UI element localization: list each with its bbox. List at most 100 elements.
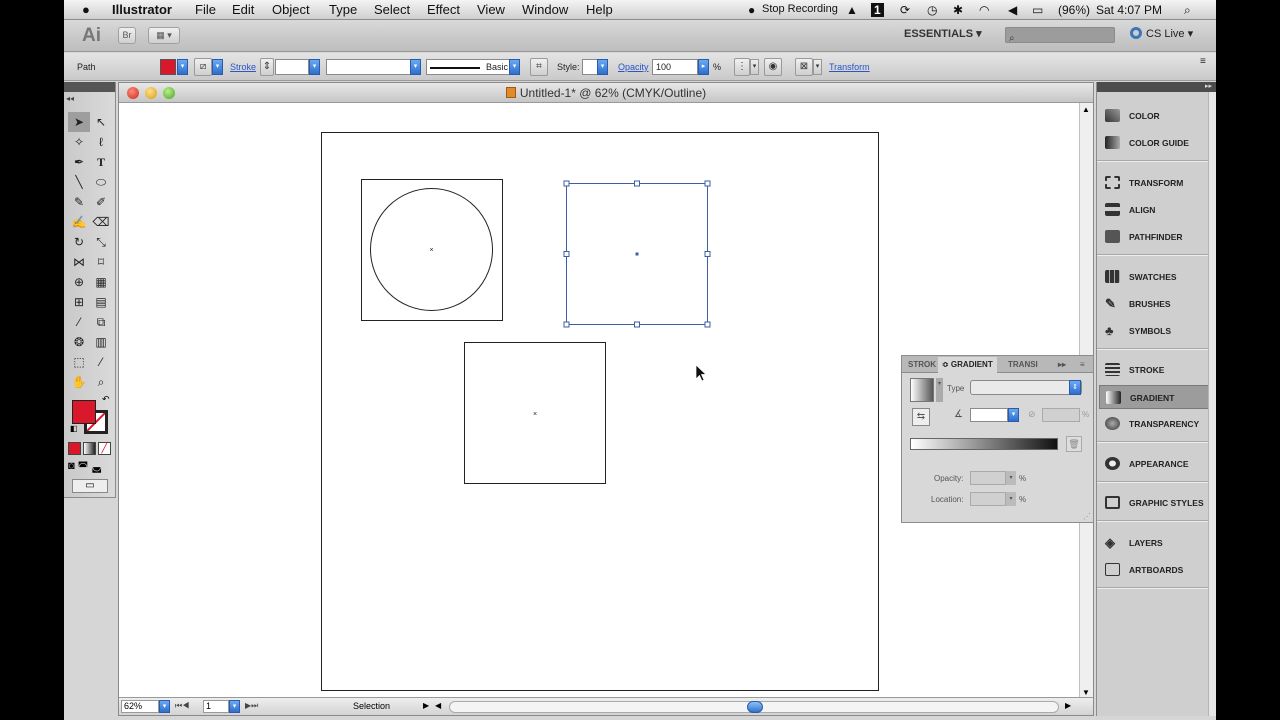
stroke-weight-input[interactable] bbox=[275, 59, 309, 75]
pen-tool-icon[interactable]: ✒ bbox=[68, 152, 90, 172]
eyedropper-tool-icon[interactable]: ⁄ bbox=[68, 312, 90, 332]
tab-gradient[interactable]: ≎ GRADIENT bbox=[938, 357, 997, 373]
fill-color-swatch[interactable] bbox=[160, 59, 176, 75]
panel-menu-icon[interactable]: ≡ bbox=[1080, 360, 1085, 369]
tab-stroke[interactable]: STROK bbox=[908, 360, 936, 369]
swap-fill-stroke-icon[interactable]: ↶ bbox=[102, 394, 110, 405]
panel-collapse-icon[interactable]: ▸▸ bbox=[1058, 360, 1066, 369]
transform-icon[interactable]: ⊠ bbox=[795, 58, 813, 76]
perspective-grid-tool-icon[interactable]: ▦ bbox=[90, 272, 112, 292]
dock-item-transform[interactable]: TRANSFORM bbox=[1099, 171, 1215, 195]
dock-item-brushes[interactable]: ✎ BRUSHES bbox=[1099, 292, 1215, 316]
align-dropdown[interactable]: ▾ bbox=[750, 59, 759, 75]
gradient-tool-icon[interactable]: ▤ bbox=[90, 292, 112, 312]
recolor-icon[interactable]: ⌗ bbox=[530, 58, 548, 76]
control-menu-icon[interactable]: ≡ bbox=[1200, 56, 1206, 67]
pencil-tool-icon[interactable]: ✐ bbox=[90, 192, 112, 212]
menu-edit[interactable]: Edit bbox=[232, 2, 254, 17]
arrange-documents-button[interactable]: ▦ ▾ bbox=[148, 27, 180, 44]
gradient-presets-dropdown[interactable]: ▾ bbox=[936, 378, 943, 402]
type-tool-icon[interactable]: T bbox=[90, 152, 112, 172]
scroll-down-icon[interactable]: ▼ bbox=[1082, 688, 1090, 697]
app-menu[interactable]: Illustrator bbox=[112, 2, 172, 17]
tools-panel-grip[interactable] bbox=[64, 82, 115, 92]
bridge-button[interactable]: Br bbox=[118, 27, 136, 44]
draw-inside-icon[interactable]: ◛ bbox=[91, 460, 102, 473]
cs-live-button[interactable]: CS Live ▾ bbox=[1130, 27, 1193, 40]
variable-width-dropdown[interactable]: ▾ bbox=[410, 59, 421, 75]
eraser-tool-icon[interactable]: ⌫ bbox=[90, 212, 112, 232]
stroke-swatch-dropdown[interactable]: ▾ bbox=[212, 59, 223, 75]
dock-item-layers[interactable]: ◈ LAYERS bbox=[1099, 531, 1215, 555]
menu-help[interactable]: Help bbox=[586, 2, 613, 17]
zoom-tool-icon[interactable]: ⌕ bbox=[90, 372, 112, 392]
transform-link[interactable]: Transform bbox=[829, 62, 870, 72]
menu-select[interactable]: Select bbox=[374, 2, 410, 17]
workspace-switcher[interactable]: ESSENTIALS ▾ bbox=[904, 27, 982, 40]
angle-dropdown[interactable]: ▾ bbox=[1008, 408, 1019, 422]
dock-item-color-guide[interactable]: COLOR GUIDE bbox=[1099, 131, 1215, 155]
magic-wand-tool-icon[interactable]: ✧ bbox=[68, 132, 90, 152]
dock-collapse-icon[interactable]: ▸▸ bbox=[1205, 82, 1212, 90]
dock-item-stroke[interactable]: STROKE bbox=[1099, 358, 1215, 382]
opacity-input[interactable]: 100 bbox=[652, 59, 698, 75]
resize-grip-icon[interactable]: ⋰ bbox=[1083, 512, 1091, 521]
variable-width-select[interactable] bbox=[326, 59, 412, 75]
fill-dropdown[interactable]: ▾ bbox=[177, 59, 188, 75]
draw-normal-icon[interactable]: ◙ bbox=[68, 460, 75, 473]
menu-view[interactable]: View bbox=[477, 2, 505, 17]
isolate-icon[interactable]: ◉ bbox=[764, 58, 782, 76]
dock-scrollbar[interactable] bbox=[1208, 92, 1216, 716]
scroll-right-icon[interactable]: ▶ bbox=[1065, 701, 1071, 710]
scroll-left-icon[interactable]: ◀ bbox=[435, 701, 441, 710]
opacity-link[interactable]: Opacity bbox=[618, 62, 649, 72]
menu-file[interactable]: File bbox=[195, 2, 216, 17]
prev-artboard-icon[interactable]: ⏮◀ bbox=[175, 701, 189, 711]
blend-tool-icon[interactable]: ⧉ bbox=[90, 312, 112, 332]
stop-opacity-input[interactable] bbox=[970, 471, 1006, 485]
scale-tool-icon[interactable]: ⤡ bbox=[90, 232, 112, 252]
zoom-level-field[interactable]: 62% bbox=[121, 700, 159, 713]
gradient-type-dropdown[interactable]: ⇕ bbox=[1069, 380, 1081, 395]
brush-dropdown[interactable]: ▾ bbox=[509, 59, 520, 75]
line-tool-icon[interactable]: ╲ bbox=[68, 172, 90, 192]
spotlight-icon[interactable]: ⌕ bbox=[1184, 3, 1191, 18]
stroke-weight-dropdown[interactable]: ▾ bbox=[309, 59, 320, 75]
status-text[interactable]: Selection bbox=[353, 701, 390, 711]
horizontal-scroll-thumb[interactable] bbox=[747, 701, 763, 713]
hand-tool-icon[interactable]: ✋ bbox=[68, 372, 90, 392]
rotate-tool-icon[interactable]: ↻ bbox=[68, 232, 90, 252]
dock-item-pathfinder[interactable]: PATHFINDER bbox=[1099, 225, 1215, 249]
gradient-mode-icon[interactable] bbox=[83, 442, 96, 455]
menu-window[interactable]: Window bbox=[522, 2, 568, 17]
artboard-tool-icon[interactable]: ⬚ bbox=[68, 352, 90, 372]
lasso-tool-icon[interactable]: ℓ bbox=[90, 132, 112, 152]
slice-tool-icon[interactable]: ⁄ bbox=[90, 352, 112, 372]
dock-item-swatches[interactable]: SWATCHES bbox=[1099, 265, 1215, 289]
aspect-ratio-input[interactable] bbox=[1042, 408, 1080, 422]
stop-recording[interactable]: Stop Recording bbox=[762, 3, 838, 15]
graphic-style-dropdown[interactable]: ▾ bbox=[597, 59, 608, 75]
transform-dropdown[interactable]: ▾ bbox=[813, 59, 822, 75]
dock-item-graphic-styles[interactable]: GRAPHIC STYLES bbox=[1099, 491, 1215, 515]
zoom-dropdown[interactable]: ▾ bbox=[159, 700, 170, 713]
ellipse-tool-icon[interactable]: ⬭ bbox=[90, 172, 112, 192]
artboard-dropdown[interactable]: ▾ bbox=[229, 700, 240, 713]
dock-item-gradient[interactable]: GRADIENT bbox=[1099, 385, 1215, 409]
dock-item-appearance[interactable]: APPEARANCE bbox=[1099, 452, 1215, 476]
paintbrush-tool-icon[interactable]: ✎ bbox=[68, 192, 90, 212]
next-artboard-icon[interactable]: ▶⏭ bbox=[245, 701, 258, 711]
stroke-none-swatch[interactable]: ⧄ bbox=[194, 58, 212, 76]
dock-item-color[interactable]: COLOR bbox=[1099, 104, 1215, 128]
stop-location-dropdown[interactable]: ▾ bbox=[1006, 492, 1016, 506]
stop-opacity-dropdown[interactable]: ▾ bbox=[1006, 471, 1016, 485]
gradient-slider[interactable] bbox=[910, 438, 1058, 450]
free-transform-tool-icon[interactable]: ⌑ bbox=[90, 252, 112, 272]
align-icon[interactable]: ⋮ bbox=[734, 58, 750, 76]
status-menu-icon[interactable]: ▶ bbox=[423, 701, 429, 710]
brush-select[interactable]: Basic bbox=[426, 59, 510, 75]
stroke-link[interactable]: Stroke bbox=[230, 62, 256, 72]
mesh-tool-icon[interactable]: ⊞ bbox=[68, 292, 90, 312]
clock[interactable]: Sat 4:07 PM bbox=[1096, 3, 1162, 17]
reverse-gradient-icon[interactable]: ⇆ bbox=[912, 408, 930, 426]
